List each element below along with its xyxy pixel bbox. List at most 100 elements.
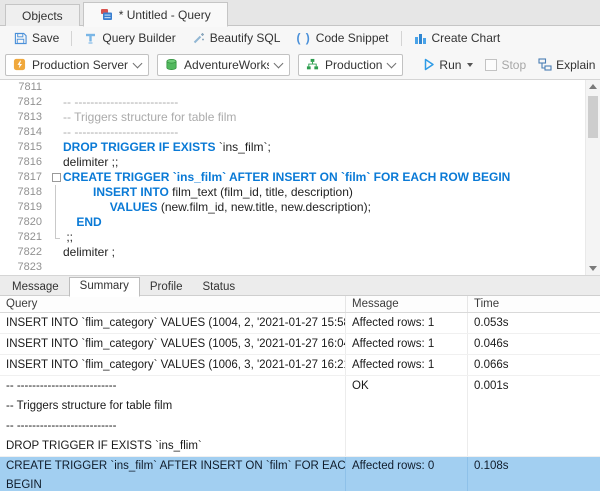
create-chart-button[interactable]: Create Chart <box>406 27 509 49</box>
message-cell: Affected rows: 0 <box>346 457 468 491</box>
tab-profile[interactable]: Profile <box>140 279 193 296</box>
line-number: 7816 <box>0 155 50 170</box>
message-cell: Affected rows: 1 <box>346 355 468 375</box>
editor-line[interactable]: 7815 DROP TRIGGER IF EXISTS `ins_film`; <box>0 140 600 155</box>
code-text: DROP TRIGGER IF EXISTS `ins_film`; <box>63 140 600 155</box>
tab-query-label: * Untitled - Query <box>119 8 211 22</box>
table-row[interactable]: INSERT INTO `flim_category` VALUES (1006… <box>0 355 600 376</box>
code-text: -- -------------------------- <box>63 125 600 140</box>
save-button[interactable]: Save <box>6 27 67 49</box>
create-chart-label: Create Chart <box>432 31 501 45</box>
fold-margin <box>50 260 63 275</box>
chevron-down-icon <box>133 58 143 68</box>
tab-objects[interactable]: Objects <box>5 4 80 26</box>
scroll-up-arrow-icon[interactable] <box>589 84 597 89</box>
column-header-query[interactable]: Query <box>0 296 346 312</box>
message-cell: Affected rows: 1 <box>346 313 468 333</box>
stop-icon <box>485 59 497 71</box>
grid-body: INSERT INTO `flim_category` VALUES (1004… <box>0 313 600 491</box>
toolbar-separator <box>401 31 402 46</box>
fold-margin <box>50 125 63 140</box>
run-label: Run <box>439 58 461 72</box>
message-cell: Affected rows: 1 <box>346 334 468 354</box>
code-text: INSERT INTO film_text (film_id, title, d… <box>63 185 600 200</box>
code-text: delimiter ; <box>63 245 600 260</box>
time-cell: 0.066s <box>468 355 600 375</box>
save-label: Save <box>32 31 59 45</box>
column-header-time[interactable]: Time <box>468 296 600 312</box>
editor-line[interactable]: 7812-- -------------------------- <box>0 95 600 110</box>
editor-line[interactable]: 7814-- -------------------------- <box>0 125 600 140</box>
column-header-message[interactable]: Message <box>346 296 468 312</box>
fold-marker-icon <box>50 200 63 215</box>
line-number: 7812 <box>0 95 50 110</box>
connection-select-value: Production Server <box>32 58 128 72</box>
query-cell: INSERT INTO `flim_category` VALUES (1004… <box>0 313 346 333</box>
scrollbar-thumb[interactable] <box>588 96 598 138</box>
editor-line[interactable]: 7811 <box>0 80 600 95</box>
code-text: VALUES (new.film_id, new.title, new.desc… <box>63 200 600 215</box>
query-document-icon <box>100 8 113 21</box>
fold-marker-icon[interactable] <box>50 170 63 185</box>
tab-message[interactable]: Message <box>2 279 69 296</box>
tab-objects-label: Objects <box>22 9 63 23</box>
table-row[interactable]: -- ---------------------------- Triggers… <box>0 376 600 457</box>
sql-editor[interactable]: 78117812-- --------------------------781… <box>0 80 600 276</box>
editor-line[interactable]: 7823 <box>0 260 600 275</box>
beautify-sql-label: Beautify SQL <box>210 31 281 45</box>
editor-line[interactable]: 7821 ;; <box>0 230 600 245</box>
editor-line[interactable]: 7817 CREATE TRIGGER `ins_film` AFTER INSE… <box>0 170 600 185</box>
database-select[interactable]: AdventureWorks <box>157 54 290 76</box>
bar-chart-icon <box>414 32 427 45</box>
code-text <box>63 80 600 95</box>
tab-query-untitled[interactable]: * Untitled - Query <box>83 2 228 27</box>
query-cell: CREATE TRIGGER `ins_film` AFTER INSERT O… <box>0 457 346 491</box>
magic-wand-icon <box>192 32 205 45</box>
code-text: CREATE TRIGGER `ins_film` AFTER INSERT O… <box>63 170 600 185</box>
table-row[interactable]: INSERT INTO `flim_category` VALUES (1005… <box>0 334 600 355</box>
chevron-down-icon <box>274 58 284 68</box>
editor-line[interactable]: 7818 INSERT INTO film_text (film_id, tit… <box>0 185 600 200</box>
editor-line[interactable]: 7820 END <box>0 215 600 230</box>
query-cell: INSERT INTO `flim_category` VALUES (1005… <box>0 334 346 354</box>
schema-select[interactable]: Production <box>298 54 403 76</box>
editor-line[interactable]: 7822delimiter ; <box>0 245 600 260</box>
scroll-down-arrow-icon[interactable] <box>589 266 597 271</box>
code-text: END <box>63 215 600 230</box>
main-toolbar: Save Query Builder Beautify SQL ( ) Code… <box>0 26 600 50</box>
tab-status[interactable]: Status <box>192 279 245 296</box>
code-snippet-button[interactable]: ( ) Code Snippet <box>288 27 396 49</box>
message-cell: OK <box>346 376 468 456</box>
sql-editor-lines: 78117812-- --------------------------781… <box>0 80 600 275</box>
fold-marker-icon <box>50 215 63 230</box>
run-dropdown-caret-icon <box>467 63 473 67</box>
time-cell: 0.053s <box>468 313 600 333</box>
connection-toolbar: Production Server AdventureWorks Product… <box>0 50 600 80</box>
editor-line[interactable]: 7813-- Triggers structure for table film <box>0 110 600 125</box>
fold-marker-icon <box>50 185 63 200</box>
editor-scrollbar[interactable] <box>585 80 600 275</box>
query-tool-window: Objects * Untitled - Query Save <box>0 0 600 491</box>
time-cell: 0.046s <box>468 334 600 354</box>
editor-line[interactable]: 7816delimiter ;; <box>0 155 600 170</box>
line-number: 7813 <box>0 110 50 125</box>
line-number: 7817 <box>0 170 50 185</box>
line-number: 7815 <box>0 140 50 155</box>
query-builder-icon <box>84 32 97 45</box>
tab-summary[interactable]: Summary <box>69 277 140 297</box>
run-button[interactable]: Run <box>423 58 473 72</box>
table-row[interactable]: CREATE TRIGGER `ins_film` AFTER INSERT O… <box>0 457 600 491</box>
database-select-value: AdventureWorks <box>184 58 269 72</box>
stop-button: Stop <box>485 58 526 72</box>
beautify-sql-button[interactable]: Beautify SQL <box>184 27 289 49</box>
query-builder-button[interactable]: Query Builder <box>76 27 183 49</box>
line-number: 7820 <box>0 215 50 230</box>
table-row[interactable]: INSERT INTO `flim_category` VALUES (1004… <box>0 313 600 334</box>
editor-line[interactable]: 7819 VALUES (new.film_id, new.title, new… <box>0 200 600 215</box>
connection-select[interactable]: Production Server <box>5 54 149 76</box>
fold-marker-icon <box>50 230 63 245</box>
save-icon <box>14 32 27 45</box>
run-play-icon <box>423 58 435 71</box>
explain-button[interactable]: Explain <box>538 58 595 72</box>
code-text <box>63 260 600 275</box>
